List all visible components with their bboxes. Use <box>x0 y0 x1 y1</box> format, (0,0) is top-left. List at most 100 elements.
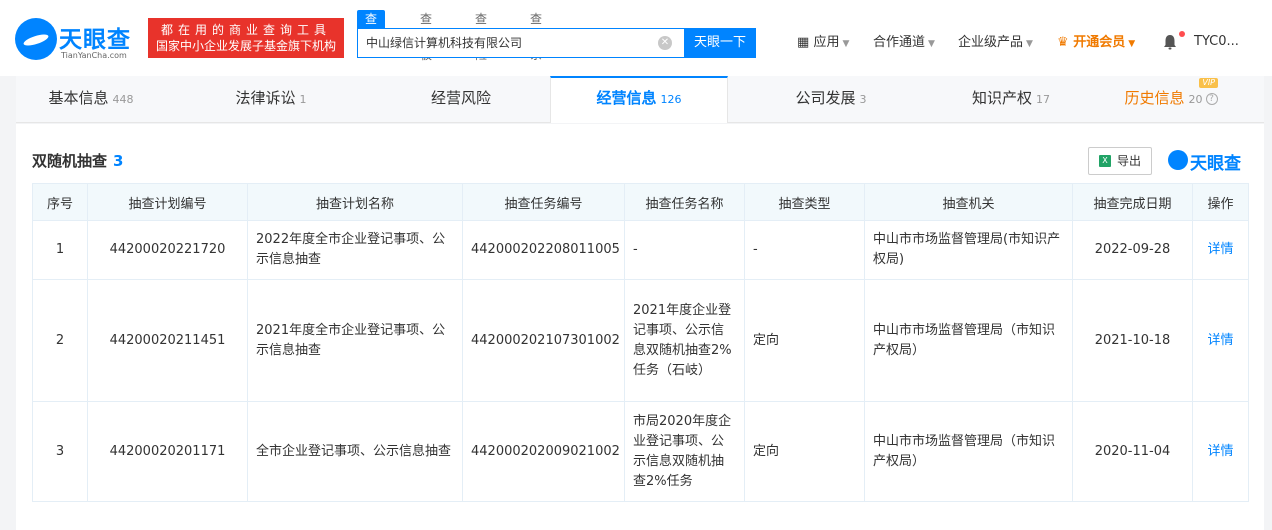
col-header: 抽查机关 <box>864 183 1073 221</box>
tab-development[interactable]: 公司发展 3 <box>756 76 906 123</box>
cell-plan-no: 44200020211451 <box>87 279 248 402</box>
tab-business-info[interactable]: 经营信息 126 <box>550 76 728 123</box>
table-row: 3 44200020201171 全市企业登记事项、公示信息抽查 4420002… <box>32 401 1249 502</box>
cell-plan-no: 44200020221720 <box>87 220 248 280</box>
cell-task-no: 442000202107301002 <box>462 279 625 402</box>
search-button[interactable]: 天眼一下 <box>684 28 756 58</box>
col-header: 抽查类型 <box>744 183 865 221</box>
cell-type: 定向 <box>744 401 865 502</box>
cell-date: 2021-10-18 <box>1072 279 1193 402</box>
detail-link[interactable]: 详情 <box>1192 220 1249 280</box>
chevron-down-icon: ▼ <box>928 39 935 49</box>
search-tab-boss[interactable]: 查老板 <box>420 10 432 62</box>
promo-line1: 都在用的商业查询工具 <box>160 23 331 37</box>
detail-link[interactable]: 详情 <box>1192 279 1249 402</box>
tab-label: 经营风险 <box>430 89 491 107</box>
col-header: 操作 <box>1192 183 1249 221</box>
tab-label: 基本信息 <box>48 89 109 107</box>
nav-vip-label: 开通会员 <box>1073 35 1126 50</box>
export-label: 导出 <box>1117 154 1142 168</box>
excel-icon: X <box>1099 155 1111 167</box>
tab-label: 法律诉讼 <box>235 89 296 107</box>
promo-line2: 国家中小企业发展子基金旗下机构 <box>155 39 336 53</box>
cell-task-name: - <box>624 220 745 280</box>
tab-label: 经营信息 <box>596 89 657 107</box>
cell-task-no: 442000202208011005 <box>462 220 625 280</box>
cell-plan-name: 2021年度全市企业登记事项、公示信息抽查 <box>247 279 463 402</box>
detail-link[interactable]: 详情 <box>1192 401 1249 502</box>
cell-index: 1 <box>32 220 88 280</box>
eye-logo-icon <box>15 18 57 60</box>
nav-channel[interactable]: 合作通道 ▼ <box>873 34 935 53</box>
tab-count: 3 <box>859 93 867 106</box>
bell-icon[interactable] <box>1163 34 1177 50</box>
vip-badge: VIP <box>1199 78 1218 88</box>
logo-text: 天眼查 <box>59 27 131 53</box>
section-title: 双随机抽查 3 <box>32 150 123 171</box>
eye-logo-icon <box>1168 150 1188 170</box>
user-menu[interactable]: TYC0... <box>1194 34 1239 49</box>
col-header: 抽查计划编号 <box>87 183 248 221</box>
clear-icon[interactable]: ✕ <box>658 36 672 50</box>
cell-task-name: 2021年度企业登记事项、公示信息双随机抽查2%任务（石岐） <box>624 279 745 402</box>
tab-count: 448 <box>112 93 134 106</box>
tab-ip[interactable]: 知识产权 17 <box>936 76 1086 123</box>
promo-banner[interactable]: 都在用的商业查询工具 国家中小企业发展子基金旗下机构 <box>148 18 344 58</box>
cell-plan-name: 全市企业登记事项、公示信息抽查 <box>247 401 463 502</box>
table-header-row: 序号 抽查计划编号 抽查计划名称 抽查任务编号 抽查任务名称 抽查类型 抽查机关… <box>32 183 1249 221</box>
col-header: 抽查计划名称 <box>247 183 463 221</box>
user-name: TYC0... <box>1194 34 1239 49</box>
nav-enterprise-label: 企业级产品 <box>958 35 1024 50</box>
notification-dot <box>1179 31 1185 37</box>
brand-text: 天眼查 <box>1190 154 1241 174</box>
cell-date: 2022-09-28 <box>1072 220 1193 280</box>
question-icon[interactable]: ? <box>1205 92 1218 105</box>
cell-type: 定向 <box>744 279 865 402</box>
cell-plan-no: 44200020201171 <box>87 401 248 502</box>
table-row: 1 44200020221720 2022年度全市企业登记事项、公示信息抽查 4… <box>32 220 1249 280</box>
col-header: 抽查任务编号 <box>462 183 625 221</box>
cell-authority: 中山市市场监督管理局（市知识产权局） <box>864 401 1073 502</box>
tab-label: 知识产权 <box>971 89 1032 107</box>
col-header: 序号 <box>32 183 88 221</box>
cell-index: 2 <box>32 279 88 402</box>
nav-channel-label: 合作通道 <box>873 35 926 50</box>
crown-icon: ♛ <box>1057 35 1069 50</box>
chevron-down-icon: ▼ <box>842 39 850 49</box>
nav-vip[interactable]: ♛ 开通会员 ▼ <box>1057 34 1135 53</box>
tab-count: 1 <box>299 93 307 106</box>
company-tabs: 基本信息 448 法律诉讼 1 经营风险 经营信息 126 公司发展 3 知识产权 17 … <box>16 76 1264 123</box>
chevron-down-icon: ▼ <box>1128 39 1136 49</box>
search-tab-company[interactable]: 查公司 <box>357 10 386 62</box>
nav-enterprise[interactable]: 企业级产品 ▼ <box>958 34 1033 53</box>
section-title-text: 双随机抽查 <box>32 152 108 170</box>
tab-history[interactable]: VIP 历史信息 20? <box>1106 76 1236 123</box>
tab-legal[interactable]: 法律诉讼 1 <box>196 76 346 123</box>
grid-icon: ▦ <box>797 35 810 50</box>
cell-authority: 中山市市场监督管理局(市知识产权局) <box>864 220 1073 280</box>
spot-check-table: 序号 抽查计划编号 抽查计划名称 抽查任务编号 抽查任务名称 抽查类型 抽查机关… <box>32 183 1249 502</box>
chevron-down-icon: ▼ <box>1026 39 1033 49</box>
tab-count: 126 <box>660 93 682 106</box>
tab-label: 历史信息 <box>1124 89 1185 107</box>
search-input[interactable]: 中山绿信计算机科技有限公司 ✕ <box>357 28 685 58</box>
search-tab-risk[interactable]: 查风险 <box>475 10 487 62</box>
search-input-value: 中山绿信计算机科技有限公司 <box>366 36 523 50</box>
section-count: 3 <box>113 152 124 170</box>
top-header: 天眼查 TianYanCha.com 都在用的商业查询工具 国家中小企业发展子基… <box>0 0 1272 76</box>
cell-task-name: 市局2020年度企业登记事项、公示信息双随机抽查2%任务 <box>624 401 745 502</box>
cell-date: 2020-11-04 <box>1072 401 1193 502</box>
tianyancha-logo[interactable]: 天眼查 TianYanCha.com <box>15 18 140 64</box>
tab-count: 17 <box>1036 93 1050 106</box>
export-button[interactable]: X 导出 <box>1088 147 1152 175</box>
tab-business-risk[interactable]: 经营风险 <box>386 76 536 123</box>
tab-count: 20 <box>1188 93 1203 106</box>
tab-basic-info[interactable]: 基本信息 448 <box>16 76 166 123</box>
spot-check-panel: 双随机抽查 3 X 导出 天眼查 序号 抽查计划编号 抽查计划名称 抽查任务编号 … <box>16 124 1264 530</box>
cell-type: - <box>744 220 865 280</box>
nav-apps[interactable]: ▦ 应用 ▼ <box>797 34 849 53</box>
cell-authority: 中山市市场监督管理局（市知识产权局） <box>864 279 1073 402</box>
cell-index: 3 <box>32 401 88 502</box>
table-row: 2 44200020211451 2021年度全市企业登记事项、公示信息抽查 4… <box>32 279 1249 402</box>
search-tab-relation[interactable]: 查关系 <box>530 10 542 62</box>
